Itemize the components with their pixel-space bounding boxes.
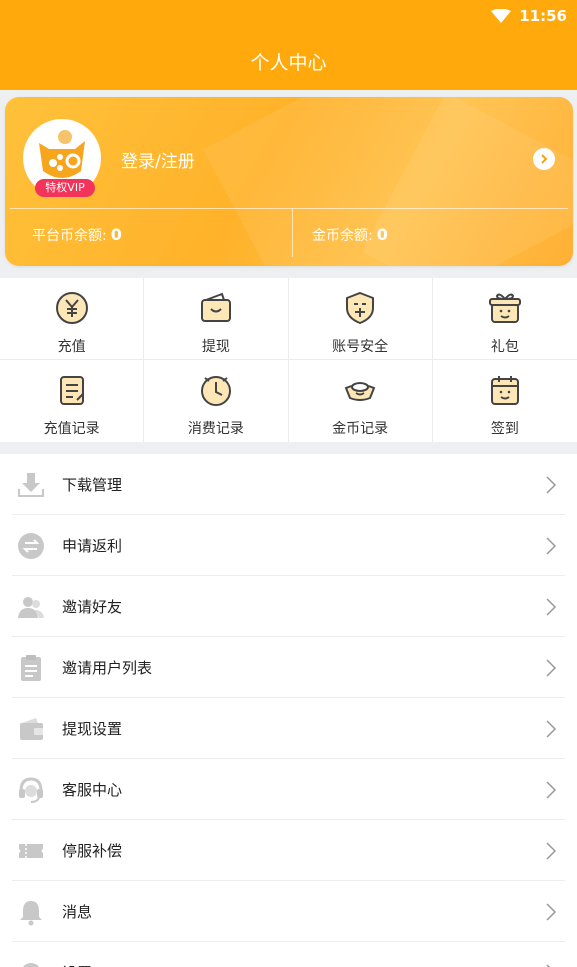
grid-item-consume-record[interactable]: 消费记录 (144, 360, 289, 442)
menu-item-label: 提现设置 (62, 720, 123, 738)
grid-item-label: 金币记录 (332, 421, 389, 437)
profile-card: 特权VIP 登录/注册 平台币余额: 0 金币余额: 0 (5, 97, 573, 266)
exchange-icon (18, 532, 44, 559)
grid-item-sign-in[interactable]: 签到 (433, 360, 577, 442)
platform-balance-value: 0 (110, 225, 122, 244)
menu-item-label: 设置 (62, 962, 92, 967)
gift-icon (488, 293, 521, 323)
menu-item-label: 下载管理 (62, 476, 123, 494)
grid-item-coin-record[interactable]: 金币记录 (289, 360, 433, 442)
menu-item-label: 邀请好友 (62, 598, 123, 616)
grid-item-label: 消费记录 (187, 421, 244, 437)
coin-balance-label: 金币余额: (312, 228, 373, 244)
chevron-right-icon (546, 902, 557, 921)
menu-item-invite-friends[interactable]: 邀请好友 (0, 576, 577, 637)
menu-item-customer-service[interactable]: 客服中心 (0, 759, 577, 820)
grid-item-label: 提现 (201, 339, 230, 355)
chevron-right-icon (546, 963, 551, 967)
headset-icon (19, 776, 43, 803)
chevron-right-icon (546, 475, 557, 494)
download-icon (18, 472, 44, 497)
menu-item-apply-rebate[interactable]: 申请返利 (0, 515, 577, 576)
top-bar: 11:56 个人中心 (0, 0, 577, 90)
profile-arrow-button[interactable] (533, 148, 555, 170)
grid-item-recharge-record[interactable]: 充值记录 (0, 360, 145, 442)
menu-item-service-compensation[interactable]: 停服补偿 (0, 820, 577, 881)
chevron-right-icon (546, 658, 557, 677)
friends-icon (18, 596, 44, 618)
chevron-right-icon (546, 536, 557, 555)
record-icon (59, 376, 84, 405)
menu-item-download-manager[interactable]: 下载管理 (0, 454, 577, 515)
clock-icon (200, 376, 231, 406)
platform-balance[interactable]: 平台币余额: 0 (32, 225, 122, 245)
wallet-icon (20, 717, 43, 740)
wifi-icon (491, 9, 512, 23)
menu-item-settings[interactable]: 设置 (0, 942, 577, 967)
grid-item-label: 充值 (57, 339, 86, 355)
settings-icon (22, 962, 40, 967)
menu-item-label: 申请返利 (62, 537, 123, 555)
coin-balance[interactable]: 金币余额: 0 (312, 225, 388, 245)
ticket-icon (19, 843, 43, 858)
menu-item-label: 停服补偿 (62, 842, 123, 860)
menu-item-label: 消息 (62, 903, 93, 921)
grid-item-label: 账号安全 (332, 339, 389, 355)
chevron-right-icon (541, 154, 548, 164)
grid-item-withdraw[interactable]: 提现 (144, 278, 289, 360)
page-title: 个人中心 (250, 52, 327, 74)
grid-item-label: 礼包 (490, 339, 519, 355)
list-icon (21, 654, 41, 681)
grid-item-label: 签到 (490, 421, 519, 437)
menu-item-messages[interactable]: 消息 (0, 881, 577, 942)
vip-badge: 特权VIP (35, 179, 95, 197)
login-register-link[interactable]: 登录/注册 (121, 147, 195, 172)
status-time: 11:56 (519, 7, 567, 25)
card-divider (10, 208, 568, 209)
menu-item-withdraw-settings[interactable]: 提现设置 (0, 698, 577, 759)
wallet-icon (200, 292, 231, 322)
function-grid: 充值 提现 账号安全 礼包 充值记录 消费记录 金币记录 签到 (0, 278, 577, 442)
menu-list: 下载管理 申请返利 邀请好友 邀请用户列表 提现设置 客服中心 停服补偿 消息 (0, 454, 577, 967)
chevron-right-icon (546, 780, 557, 799)
menu-item-invited-users-list[interactable]: 邀请用户列表 (0, 637, 577, 698)
coin-balance-value: 0 (376, 225, 388, 244)
status-bar: 11:56 (491, 6, 567, 26)
yen-coin-icon (55, 292, 88, 324)
calendar-icon (490, 376, 519, 405)
grid-item-label: 充值记录 (43, 421, 100, 437)
chevron-right-icon (546, 841, 557, 860)
menu-item-label: 邀请用户列表 (62, 659, 153, 677)
grid-item-gift[interactable]: 礼包 (432, 278, 577, 360)
gold-ingot-icon (344, 382, 376, 401)
grid-item-recharge[interactable]: 充值 (0, 278, 145, 360)
card-vertical-divider (292, 209, 293, 257)
chevron-right-icon (546, 597, 557, 616)
platform-balance-label: 平台币余额: (32, 228, 107, 244)
grid-item-account-security[interactable]: 账号安全 (288, 278, 433, 360)
bell-icon (20, 900, 42, 925)
chevron-right-icon (546, 719, 557, 738)
shield-icon (346, 291, 375, 325)
menu-item-label: 客服中心 (62, 781, 123, 799)
